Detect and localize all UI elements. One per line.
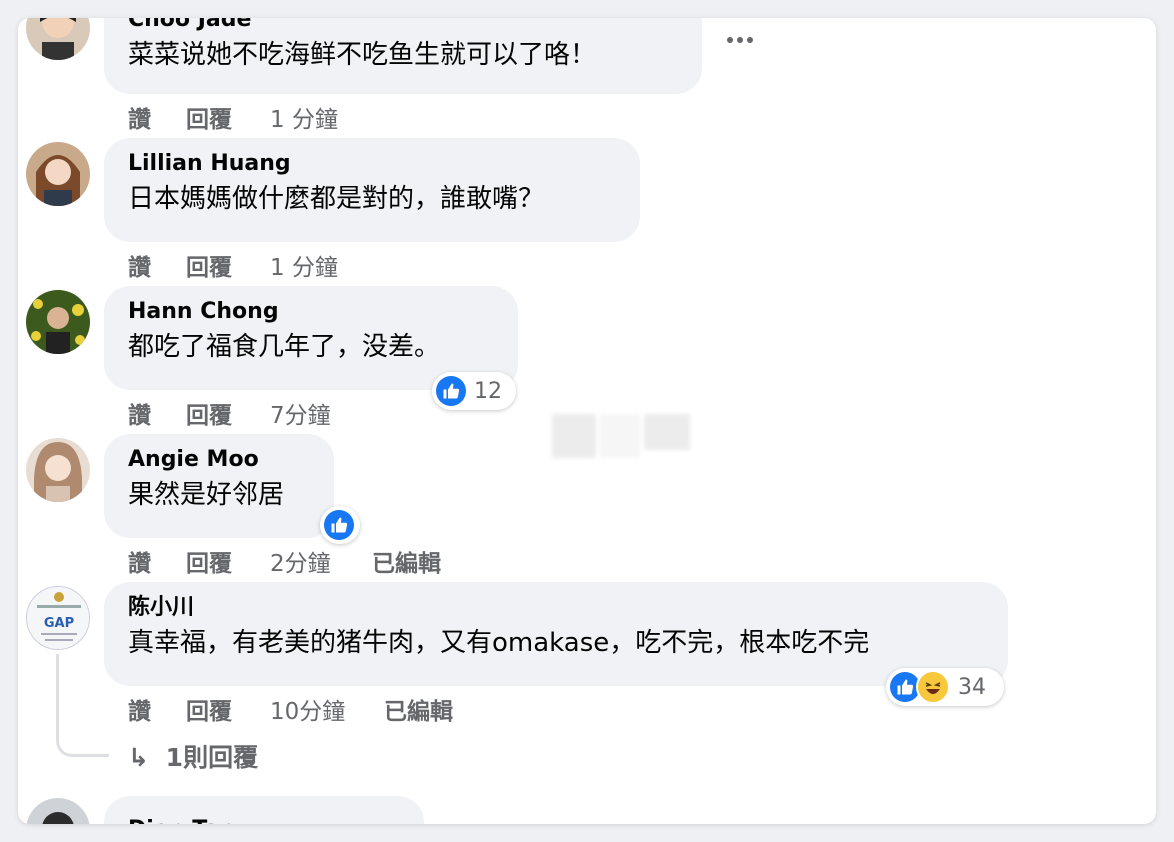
reaction-count: 12: [474, 378, 502, 404]
comment-timestamp[interactable]: 7分鐘: [270, 396, 331, 430]
reply-link[interactable]: 回覆: [186, 692, 232, 726]
reply-link[interactable]: 回覆: [186, 100, 232, 134]
comment-author[interactable]: Hann Chong: [128, 298, 494, 326]
reply-link[interactable]: 回覆: [186, 248, 232, 282]
like-link[interactable]: 讚: [128, 248, 151, 282]
comment-timestamp[interactable]: 2分鐘: [270, 544, 331, 578]
more-options-icon[interactable]: [724, 30, 756, 50]
comment-author[interactable]: Lillian Huang: [128, 150, 616, 178]
replies-count-label: 1則回覆: [165, 743, 259, 772]
reaction-summary[interactable]: 34: [886, 668, 1004, 706]
comment-bubble: 陈小川 真幸福，有老美的猪牛肉，又有omakase，吃不完，根本吃不完: [104, 582, 1008, 686]
like-link[interactable]: 讚: [128, 692, 151, 726]
avatar[interactable]: [26, 438, 90, 502]
comment-text: 菜菜说她不吃海鲜不吃鱼生就可以了咯！: [128, 40, 597, 70]
reply-link[interactable]: 回覆: [186, 544, 232, 578]
reply-arrow-icon: ↳: [128, 743, 149, 772]
blurred-watermark: [552, 414, 596, 458]
comment-author[interactable]: 陈小川: [128, 594, 984, 622]
edited-label: 已編輯: [384, 699, 453, 725]
like-link[interactable]: 讚: [128, 100, 151, 134]
avatar[interactable]: GAP: [26, 586, 90, 650]
comment-timestamp[interactable]: 1 分鐘: [270, 248, 338, 282]
reaction-summary[interactable]: 12: [432, 372, 516, 410]
comment-bubble: Dion Tan: [104, 796, 424, 824]
logo-text: GAP: [44, 616, 74, 631]
comments-panel: Choo Jade 菜菜说她不吃海鲜不吃鱼生就可以了咯！ 讚 回覆 1 分鐘 L…: [18, 18, 1156, 824]
like-reaction-icon: [324, 510, 354, 540]
comment-text: 都吃了福食几年了，没差。: [128, 332, 441, 362]
view-replies-link[interactable]: ↳ 1則回覆: [128, 738, 258, 774]
reaction-count: 34: [958, 674, 986, 700]
haha-reaction-icon: [916, 670, 950, 704]
like-link[interactable]: 讚: [128, 544, 151, 578]
like-reaction-icon: [436, 376, 466, 406]
comment-bubble: Lillian Huang 日本媽媽做什麼都是對的，誰敢嘴？: [104, 138, 640, 242]
comment-timestamp[interactable]: 1 分鐘: [270, 100, 338, 134]
comment-author[interactable]: Angie Moo: [128, 446, 310, 474]
blurred-watermark: [600, 414, 640, 458]
comment-bubble: Choo Jade 菜菜说她不吃海鲜不吃鱼生就可以了咯！: [104, 18, 702, 94]
comment-text: 日本媽媽做什麼都是對的，誰敢嘴？: [128, 184, 545, 214]
like-link[interactable]: 讚: [128, 396, 151, 430]
thread-connector: [56, 654, 109, 757]
comment-bubble: Angie Moo 果然是好邻居: [104, 434, 334, 538]
comment-text: 真幸福，有老美的猪牛肉，又有omakase，吃不完，根本吃不完: [128, 628, 870, 658]
comment-author[interactable]: Dion Tan: [128, 816, 400, 824]
comment-timestamp[interactable]: 10分鐘: [270, 692, 345, 726]
avatar[interactable]: [26, 142, 90, 206]
comment-author[interactable]: Choo Jade: [128, 18, 678, 34]
avatar[interactable]: [26, 798, 90, 824]
comment-text: 果然是好邻居: [128, 480, 285, 510]
blurred-watermark: [644, 414, 690, 450]
edited-label: 已編輯: [372, 551, 441, 577]
avatar[interactable]: [26, 290, 90, 354]
avatar[interactable]: [26, 18, 90, 60]
reply-link[interactable]: 回覆: [186, 396, 232, 430]
reaction-summary[interactable]: [320, 506, 360, 544]
